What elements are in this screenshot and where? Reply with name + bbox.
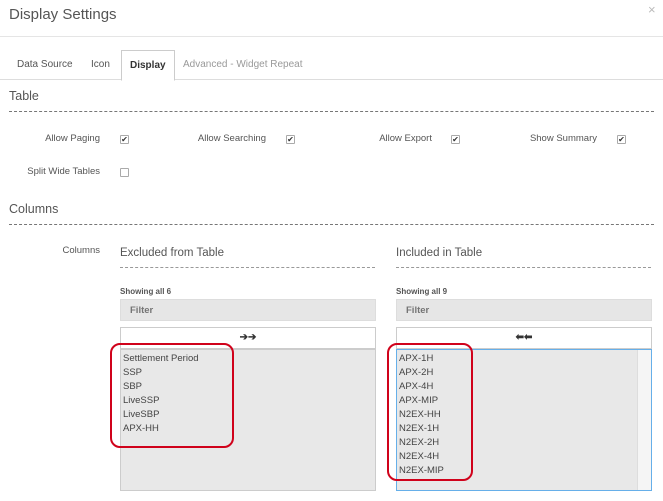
title-divider [0, 36, 663, 37]
list-item[interactable]: LiveSSP [123, 395, 159, 406]
included-count: Showing all 9 [396, 287, 448, 296]
excluded-filter-input[interactable] [120, 299, 376, 321]
excluded-panel-divider [120, 267, 375, 268]
included-listbox[interactable]: APX-1H APX-2H APX-4H APX-MIP N2EX-HH N2E… [396, 349, 652, 491]
list-item[interactable]: APX-1H [399, 353, 433, 364]
list-item[interactable]: SBP [123, 381, 142, 392]
list-item[interactable]: APX-2H [399, 367, 433, 378]
list-item[interactable]: Settlement Period [123, 353, 199, 364]
split-wide-tables-checkbox[interactable] [120, 168, 129, 177]
included-panel-title: Included in Table [396, 247, 483, 259]
columns-section-divider [9, 224, 654, 225]
list-item[interactable]: APX-4H [399, 381, 433, 392]
show-summary-label: Show Summary [529, 133, 597, 144]
move-all-right-button[interactable]: ➔➔ [120, 327, 376, 349]
columns-field-label: Columns [62, 245, 101, 256]
allow-export-checkbox[interactable]: ✔ [451, 135, 460, 144]
tab-display[interactable]: Display [121, 50, 175, 81]
list-item[interactable]: SSP [123, 367, 142, 378]
move-all-left-button[interactable]: ⬅⬅ [396, 327, 652, 349]
list-item[interactable]: N2EX-2H [399, 437, 439, 448]
tab-data-source[interactable]: Data Source [9, 50, 81, 80]
tab-bar: Data Source Icon Display Advanced - Widg… [0, 50, 663, 81]
modal-title: Display Settings [9, 6, 117, 23]
tab-icon[interactable]: Icon [83, 50, 118, 80]
tab-advanced-widget-repeat[interactable]: Advanced - Widget Repeat [175, 50, 311, 80]
excluded-listbox[interactable]: Settlement Period SSP SBP LiveSSP LiveSB… [120, 349, 376, 491]
allow-searching-label: Allow Searching [197, 133, 266, 144]
included-filter-input[interactable] [396, 299, 652, 321]
list-item[interactable]: N2EX-4H [399, 451, 439, 462]
list-item[interactable]: N2EX-MIP [399, 465, 444, 476]
list-item[interactable]: LiveSBP [123, 409, 159, 420]
close-icon[interactable]: × [648, 2, 656, 17]
list-item[interactable]: N2EX-HH [399, 409, 441, 420]
included-listbox-scrollbar[interactable] [637, 350, 651, 490]
list-item[interactable]: APX-MIP [399, 395, 438, 406]
split-wide-tables-label: Split Wide Tables [27, 166, 100, 177]
table-section-divider [9, 111, 654, 112]
excluded-panel-title: Excluded from Table [120, 247, 224, 259]
allow-searching-checkbox[interactable]: ✔ [286, 135, 295, 144]
table-section-title: Table [9, 89, 39, 103]
allow-paging-label: Allow Paging [45, 133, 100, 144]
columns-section-title: Columns [9, 202, 59, 216]
allow-paging-checkbox[interactable]: ✔ [120, 135, 129, 144]
allow-export-label: Allow Export [379, 133, 432, 144]
show-summary-checkbox[interactable]: ✔ [617, 135, 626, 144]
included-panel-divider [396, 267, 651, 268]
excluded-count: Showing all 6 [120, 287, 172, 296]
list-item[interactable]: APX-HH [123, 423, 159, 434]
list-item[interactable]: N2EX-1H [399, 423, 439, 434]
